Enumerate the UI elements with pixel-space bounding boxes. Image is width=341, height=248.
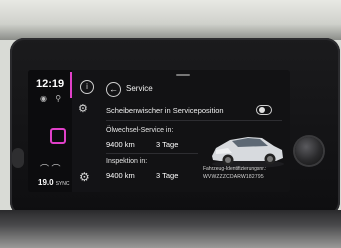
divider xyxy=(106,153,198,154)
page-title: Service xyxy=(126,84,153,93)
back-arrow-icon[interactable]: ← xyxy=(106,82,121,97)
seat-heater-icon[interactable]: ⌒ ⌒ xyxy=(40,162,61,175)
active-indicator xyxy=(70,72,72,98)
volume-knob[interactable] xyxy=(295,137,323,165)
drag-handle[interactable] xyxy=(176,74,190,76)
home-square-icon[interactable] xyxy=(50,128,66,144)
divider xyxy=(106,120,282,121)
oil-service-label: Ölwechsel-Service in: xyxy=(106,127,174,134)
service-icon[interactable]: ⚙ xyxy=(78,102,88,115)
inspection-distance: 9400 km xyxy=(106,171,135,180)
wiper-label: Scheibenwischer in Serviceposition xyxy=(106,106,224,115)
clock: 12:19 xyxy=(36,78,65,90)
vin-label: Fahrzeug-Identifizierungsnr.: xyxy=(203,166,267,172)
service-icon-column: i ⚙ ⚙ xyxy=(70,70,100,192)
dashboard-trim xyxy=(0,210,341,248)
wiper-toggle[interactable] xyxy=(256,105,272,115)
toggle-knob xyxy=(259,107,265,113)
infotainment-screen: 12:19 ◉ ⚲ ⌒ ⌒ 19.0 SYNC i ⚙ ⚙ ← Service S… xyxy=(28,70,290,192)
left-rail: 12:19 ◉ ⚲ ⌒ ⌒ 19.0 SYNC xyxy=(28,70,73,192)
oil-service-time: 3 Tage xyxy=(156,140,179,149)
gear-icon[interactable]: ⚙ xyxy=(79,170,90,184)
left-control[interactable] xyxy=(12,148,24,168)
temperature-value: 19.0 xyxy=(38,178,54,187)
inspection-label: Inspektion in: xyxy=(106,158,148,165)
background xyxy=(0,0,341,40)
status-icons: ◉ ⚲ xyxy=(40,94,65,103)
car-image xyxy=(212,137,284,168)
oil-service-distance: 9400 km xyxy=(106,140,135,149)
inspection-time: 3 Tage xyxy=(156,171,179,180)
sync-label: SYNC xyxy=(55,181,70,187)
temperature-display[interactable]: 19.0 SYNC xyxy=(38,178,69,187)
vin-value: WVWZZZCDARW182795 xyxy=(203,174,264,180)
info-icon[interactable]: i xyxy=(80,80,94,94)
